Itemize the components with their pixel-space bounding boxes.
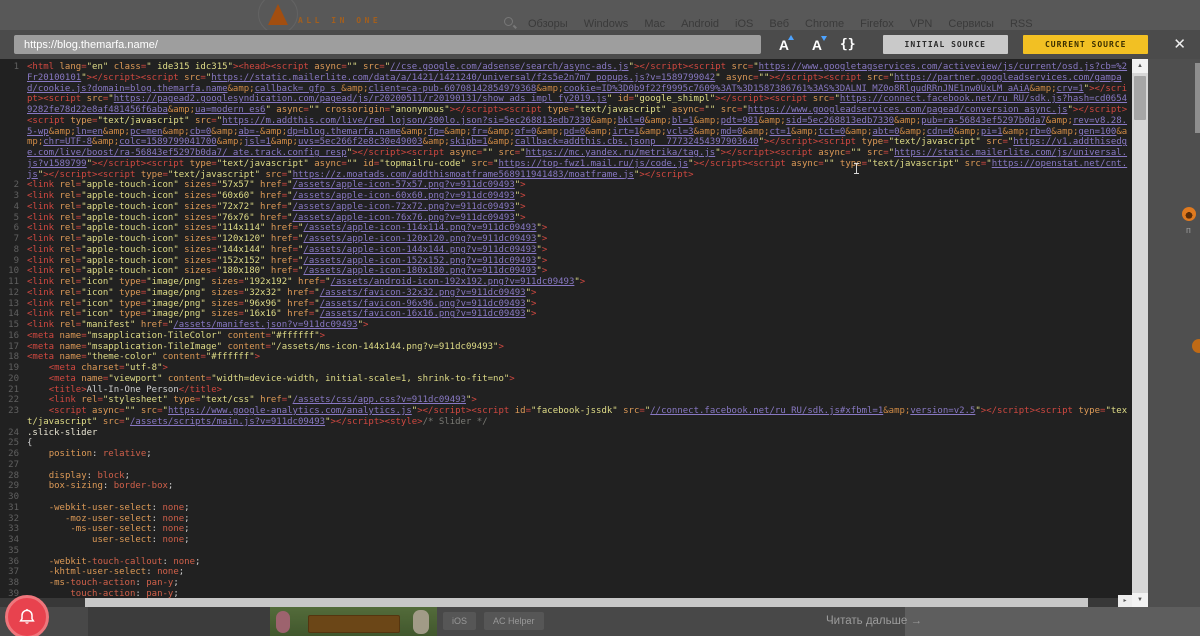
code-line: 29 box-sizing: border-box; bbox=[8, 481, 174, 492]
code-line: 24 .slick-slider bbox=[8, 427, 98, 438]
close-button[interactable]: ✕ bbox=[1173, 37, 1186, 52]
nav-item[interactable]: iOS bbox=[735, 18, 753, 30]
horizontal-scroll-thumb[interactable] bbox=[85, 598, 1088, 607]
source-code-panel[interactable]: 1 <html lang="en" class=" ide315 idc315">… bbox=[0, 59, 1148, 607]
code-line: 12 <link rel="icon" type="image/png" size… bbox=[8, 287, 537, 298]
code-line: 14 <link rel="icon" type="image/png" size… bbox=[8, 309, 537, 320]
code-line: 6 <link rel="apple-touch-icon" sizes="114… bbox=[13, 223, 548, 234]
initial-source-button[interactable]: INITIAL SOURCE bbox=[882, 35, 1008, 54]
scroll-down-arrow-icon[interactable]: ▼ bbox=[1132, 593, 1148, 607]
code-line: 3 <link rel="apple-touch-icon" sizes="60x… bbox=[13, 191, 526, 201]
nav-item[interactable]: Firefox bbox=[860, 18, 894, 30]
read-more-link[interactable]: Читать дальше → bbox=[826, 615, 922, 627]
thumbnail-character-pink bbox=[276, 611, 290, 633]
code-line: 13 <link rel="icon" type="image/png" size… bbox=[8, 298, 537, 309]
decrease-arrow-icon bbox=[820, 35, 827, 41]
post-image-edge bbox=[88, 607, 270, 636]
code-line: 26 position: relative; bbox=[8, 449, 152, 459]
code-line: 1 <html lang="en" class=" ide315 idc315">… bbox=[13, 62, 1128, 180]
code-line: 32 -moz-user-select: none; bbox=[8, 513, 190, 524]
code-line: 27 bbox=[8, 459, 19, 470]
code-line: 38 -ms-touch-action: pan-y; bbox=[8, 578, 179, 588]
logo-triangle-icon bbox=[268, 4, 288, 25]
code-line: 21 <title>All-In-One Person</title> bbox=[8, 384, 223, 395]
post-card-background bbox=[905, 607, 1200, 636]
code-line: 2 <link rel="apple-touch-icon" sizes="57x… bbox=[13, 180, 526, 191]
vertical-scrollbar[interactable]: ▲ ▼ bbox=[1132, 59, 1148, 607]
font-decrease-button[interactable]: A bbox=[807, 34, 827, 56]
browser-scrollbar[interactable] bbox=[1195, 63, 1200, 133]
format-code-button[interactable]: {} bbox=[840, 37, 856, 52]
increase-arrow-icon bbox=[787, 34, 794, 40]
post-tags: iOS AC Helper bbox=[443, 612, 544, 630]
code-line: 10 <link rel="apple-touch-icon" sizes="18… bbox=[8, 266, 548, 277]
code-line: 34 user-select: none; bbox=[8, 535, 190, 545]
font-increase-button[interactable]: A bbox=[774, 34, 794, 56]
fire-reaction-icon[interactable] bbox=[1182, 207, 1196, 221]
vertical-scroll-thumb[interactable] bbox=[1134, 76, 1146, 120]
nav-item[interactable]: Веб bbox=[769, 18, 789, 30]
text-cursor bbox=[853, 163, 860, 174]
nav-item[interactable]: Mac bbox=[644, 18, 665, 30]
site-nav: Обзоры Windows Mac Android iOS Веб Chrome Firef… bbox=[528, 18, 1033, 30]
code-line: 19 <meta charset="utf-8"> bbox=[8, 363, 168, 373]
post-tag[interactable]: iOS bbox=[443, 612, 477, 630]
current-source-button[interactable]: CURRENT SOURCE bbox=[1022, 35, 1149, 54]
code-line: 9 <link rel="apple-touch-icon" sizes="152… bbox=[13, 255, 548, 266]
page-behind-bottom: iOS AC Helper Читать дальше → bbox=[0, 607, 1200, 636]
code-line: 4 <link rel="apple-touch-icon" sizes="72x… bbox=[13, 201, 526, 212]
code-line: 25{ bbox=[8, 438, 33, 449]
code-lines: 1 <html lang="en" class=" ide315 idc315">… bbox=[0, 59, 1132, 598]
horizontal-scrollbar[interactable]: ▸ bbox=[0, 595, 1132, 607]
notification-bell-button[interactable] bbox=[5, 595, 49, 636]
bell-icon bbox=[19, 608, 35, 624]
nav-item[interactable]: Обзоры bbox=[528, 18, 568, 30]
code-line: 30 bbox=[8, 492, 19, 502]
code-line: 7 <link rel="apple-touch-icon" sizes="120… bbox=[13, 234, 548, 244]
code-line: 37 -khtml-user-select: none; bbox=[8, 567, 185, 578]
code-line: 11 <link rel="icon" type="image/png" size… bbox=[8, 277, 586, 287]
code-line: 15 <link rel="manifest" href="/assets/man… bbox=[8, 320, 369, 330]
code-line: 39 touch-action: pan-y; bbox=[8, 588, 179, 598]
code-line: 22 <link rel="stylesheet" type="text/css… bbox=[8, 395, 477, 406]
logo-text[interactable]: ALL IN ONE bbox=[298, 16, 381, 25]
fire-reaction-label: п bbox=[1186, 225, 1191, 235]
source-viewer-toolbar: A A {} INITIAL SOURCE CURRENT SOURCE ✕ bbox=[0, 30, 1200, 59]
floating-button-partial[interactable] bbox=[1192, 339, 1200, 353]
search-icon[interactable] bbox=[504, 17, 513, 26]
nav-item[interactable]: Android bbox=[681, 18, 719, 30]
post-thumbnail[interactable] bbox=[270, 607, 437, 636]
code-line: 31 -webkit-user-select: none; bbox=[8, 502, 190, 513]
code-line: 35 bbox=[8, 545, 19, 556]
code-line: 16 <meta name="msapplication-TileColor" c… bbox=[8, 330, 326, 341]
scroll-up-arrow-icon[interactable]: ▲ bbox=[1132, 59, 1148, 73]
code-line: 17 <meta name="msapplication-TileImage" c… bbox=[8, 341, 504, 352]
code-line: 8 <link rel="apple-touch-icon" sizes="144… bbox=[13, 244, 548, 255]
code-line: 23 <script async="" src="https://www.goo… bbox=[8, 406, 1128, 427]
page-behind-right: п bbox=[1148, 59, 1200, 607]
thumbnail-wooden-sign bbox=[308, 615, 400, 633]
code-line: 18 <meta name="theme-color" content="#fff… bbox=[8, 352, 261, 363]
site-header: ALL IN ONE Обзоры Windows Mac Android iOS Веб… bbox=[0, 0, 1200, 30]
code-line: 36 -webkit-touch-callout: none; bbox=[8, 556, 201, 567]
thumbnail-character-cream bbox=[413, 610, 429, 634]
nav-item[interactable]: Сервисы bbox=[948, 18, 994, 30]
code-line: 33 -ms-user-select: none; bbox=[8, 524, 190, 535]
code-line: 28 display: block; bbox=[8, 470, 130, 481]
screen: ALL IN ONE Обзоры Windows Mac Android iOS Веб… bbox=[0, 0, 1200, 636]
code-line: 20 <meta name="viewport" content="width=… bbox=[8, 373, 515, 384]
url-input[interactable] bbox=[14, 35, 761, 54]
nav-item[interactable]: Windows bbox=[584, 18, 629, 30]
nav-item[interactable]: VPN bbox=[910, 18, 933, 30]
code-line: 5 <link rel="apple-touch-icon" sizes="76x… bbox=[13, 212, 526, 223]
post-tag[interactable]: AC Helper bbox=[484, 612, 544, 630]
nav-item[interactable]: Chrome bbox=[805, 18, 844, 30]
scroll-right-arrow-icon[interactable]: ▸ bbox=[1118, 595, 1132, 607]
nav-item[interactable]: RSS bbox=[1010, 18, 1033, 30]
